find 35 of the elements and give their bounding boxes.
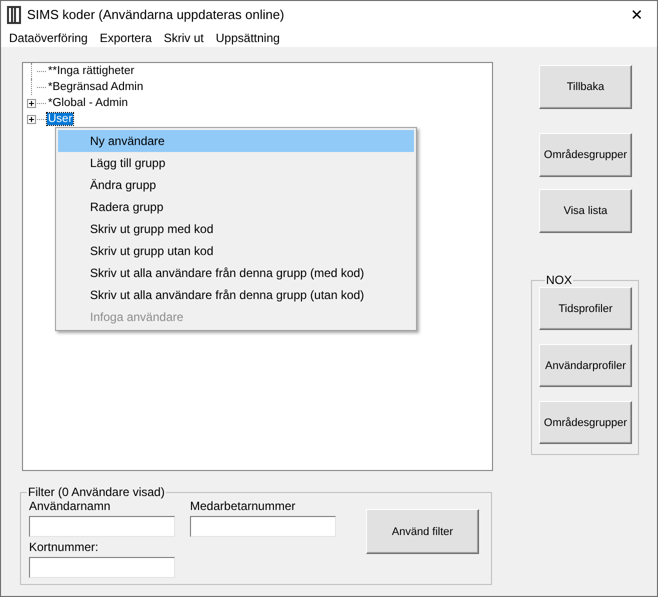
show-list-button[interactable]: Visa lista	[539, 189, 632, 233]
expand-icon[interactable]	[27, 98, 36, 108]
profile-button[interactable]: Områdesgrupper	[539, 401, 632, 444]
context-menu-item[interactable]: Lägg till grupp	[58, 152, 414, 174]
context-menu-item[interactable]: Skriv ut alla användare från denna grupp (med kod)	[58, 262, 414, 284]
input-field[interactable]	[190, 516, 336, 537]
tree-item[interactable]: User	[47, 113, 74, 125]
context-menu-item[interactable]: Skriv ut grupp med kod	[58, 218, 414, 240]
tree-item[interactable]: *Global - Admin	[47, 97, 129, 109]
app-icon	[7, 6, 21, 24]
group-title: Filter (0 Användare visad)	[27, 485, 166, 499]
menu-item[interactable]: Uppsättning	[210, 30, 286, 44]
group-title: NOX	[545, 273, 574, 287]
expand-icon[interactable]	[27, 114, 36, 124]
menu-item[interactable]: Skriv ut	[158, 30, 210, 44]
tree-item[interactable]: **Inga rättigheter	[47, 65, 136, 77]
apply-filter-button[interactable]: Använd filter	[366, 509, 479, 554]
context-menu-item[interactable]: Ny användare	[58, 130, 414, 152]
profile-button[interactable]: Användarprofiler	[539, 344, 632, 387]
area-groups-button[interactable]: Områdesgrupper	[539, 133, 632, 177]
field-label: Medarbetarnummer	[190, 499, 296, 514]
field-label: Kortnummer:	[29, 540, 100, 555]
menu-item[interactable]: Dataöverföring	[3, 30, 94, 44]
input-field[interactable]	[29, 516, 175, 537]
profile-button[interactable]: Tidsprofiler	[539, 287, 632, 330]
back-button[interactable]: Tillbaka	[539, 65, 632, 109]
menu-item[interactable]: Exportera	[94, 30, 158, 44]
field-label: Användarnamn	[29, 499, 112, 514]
input-field[interactable]	[29, 557, 175, 578]
context-menu-item[interactable]: Radera grupp	[58, 196, 414, 218]
context-menu-item[interactable]: Skriv ut grupp utan kod	[58, 240, 414, 262]
window-title: SIMS koder (Användarna uppdateras online)	[27, 7, 286, 22]
context-menu-item[interactable]: Ändra grupp	[58, 174, 414, 196]
tree-item[interactable]: *Begränsad Admin	[47, 81, 144, 93]
context-menu-item[interactable]: Skriv ut alla användare från denna grupp (utan kod)	[58, 284, 414, 306]
